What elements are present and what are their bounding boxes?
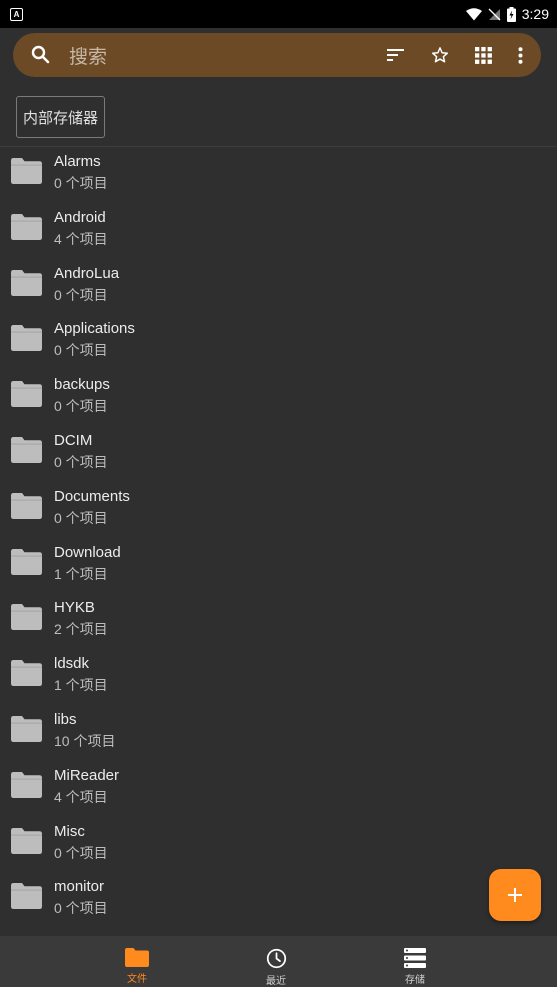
folder-icon	[11, 213, 42, 240]
folder-name: Android	[54, 208, 106, 226]
sort-icon[interactable]	[387, 48, 405, 62]
folder-item-count: 0 个项目	[54, 844, 108, 861]
folder-item-count: 0 个项目	[54, 453, 108, 470]
folder-icon	[125, 948, 149, 967]
grid-view-icon[interactable]	[475, 46, 492, 64]
wifi-icon	[465, 7, 482, 20]
folder-icon	[11, 492, 42, 519]
folder-icon	[11, 771, 42, 798]
folder-row[interactable]: HYKB 2 个项目	[0, 593, 557, 649]
folder-icon	[11, 381, 42, 408]
folder-row[interactable]: backups 0 个项目	[0, 370, 557, 426]
folder-item-count: 10 个项目	[54, 732, 116, 749]
folder-name: HYKB	[54, 599, 95, 617]
folder-item-count: 0 个项目	[54, 900, 108, 917]
folder-icon	[11, 158, 42, 184]
folder-row[interactable]: Misc 0 个项目	[0, 817, 557, 873]
bottom-nav: 文件 最近 存储	[0, 936, 557, 987]
folder-name: Documents	[54, 487, 130, 505]
more-vert-icon[interactable]	[518, 46, 523, 64]
folder-item-count: 4 个项目	[54, 788, 108, 805]
folder-item-count: 1 个项目	[54, 565, 108, 582]
battery-charging-icon	[506, 6, 516, 22]
folder-item-count: 0 个项目	[54, 398, 108, 415]
nav-label-files: 文件	[127, 974, 147, 985]
folder-row[interactable]: DCIM 0 个项目	[0, 426, 557, 482]
folder-icon	[11, 604, 42, 631]
status-bar: A 3:29	[0, 0, 557, 28]
search-icon[interactable]	[29, 43, 53, 67]
folder-name: AndroLua	[54, 264, 120, 282]
folder-name: Applications	[54, 320, 135, 338]
folder-icon	[11, 660, 42, 687]
nav-item-files[interactable]: 文件	[97, 936, 177, 987]
add-button[interactable]	[489, 869, 541, 921]
storage-icon	[404, 948, 426, 968]
folder-row[interactable]: libs 10 个项目	[0, 705, 557, 761]
folder-icon	[11, 883, 42, 910]
folder-icon	[11, 715, 42, 742]
folder-name: ldsdk	[54, 655, 90, 673]
folder-item-count: 1 个项目	[54, 677, 108, 694]
clock-icon	[266, 948, 286, 969]
search-input[interactable]: 搜索	[69, 42, 387, 69]
folder-name: Misc	[54, 822, 85, 840]
folder-icon	[11, 269, 42, 296]
folder-name: Alarms	[54, 153, 101, 170]
folder-row[interactable]: Documents 0 个项目	[0, 482, 557, 538]
no-signal-icon	[488, 8, 501, 20]
folder-icon	[11, 325, 42, 352]
folder-row[interactable]: Applications 0 个项目	[0, 314, 557, 370]
folder-item-count: 0 个项目	[54, 175, 108, 191]
folder-item-count: 2 个项目	[54, 621, 108, 638]
folder-name: monitor	[54, 878, 105, 896]
folder-item-count: 4 个项目	[54, 230, 108, 247]
notification-a-icon: A	[10, 7, 23, 21]
folder-name: backups	[54, 376, 110, 394]
plus-icon	[508, 888, 522, 902]
folder-icon	[11, 548, 42, 575]
folder-item-count: 0 个项目	[54, 286, 108, 303]
folder-icon	[11, 827, 42, 854]
folder-row[interactable]: AndroLua 0 个项目	[0, 259, 557, 315]
folder-row[interactable]: Download 1 个项目	[0, 538, 557, 594]
star-icon[interactable]	[431, 46, 449, 64]
folder-row[interactable]: MiReader 4 个项目	[0, 761, 557, 817]
nav-item-storage[interactable]: 存储	[375, 936, 455, 987]
folder-name: DCIM	[54, 431, 93, 449]
nav-item-recent[interactable]: 最近	[236, 936, 316, 987]
folder-name: libs	[54, 710, 77, 728]
folder-icon	[11, 436, 42, 463]
search-bar[interactable]: 搜索	[13, 33, 541, 77]
breadcrumb-internal-storage[interactable]: 内部存储器	[16, 96, 106, 138]
folder-row[interactable]: Alarms 0 个项目	[0, 147, 557, 203]
nav-label-storage: 存储	[405, 975, 425, 986]
folder-row[interactable]: Android 4 个项目	[0, 203, 557, 259]
folder-name: MiReader	[54, 766, 120, 784]
folder-row[interactable]: monitor 0 个项目	[0, 872, 557, 928]
folder-row[interactable]: ldsdk 1 个项目	[0, 649, 557, 705]
folder-list: Alarms 0 个项目 Android 4 个项目 AndroLua 0 个项目 Appl…	[0, 147, 557, 928]
folder-item-count: 0 个项目	[54, 509, 108, 526]
nav-label-recent: 最近	[266, 976, 286, 987]
clock-time: 3:29	[521, 6, 549, 22]
folder-name: Download	[54, 543, 121, 561]
folder-item-count: 0 个项目	[54, 342, 108, 359]
